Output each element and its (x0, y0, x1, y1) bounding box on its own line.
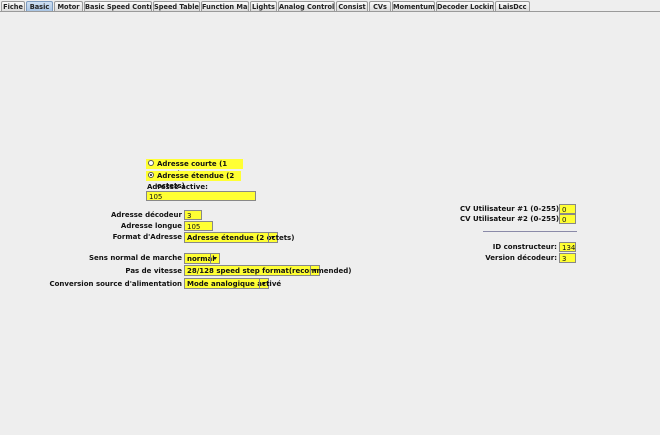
chevron-down-icon (310, 266, 319, 275)
user-cv2-label: CV Utilisateur #2 (0-255) (460, 215, 560, 223)
speed-steps-select[interactable]: 28/128 speed step format(recommended) (184, 265, 352, 276)
tab-laisdcc[interactable]: LaisDcc (495, 1, 530, 11)
power-source-select[interactable]: Mode analogique activé (184, 278, 281, 289)
extended-address-radio[interactable]: Adresse étendue (2 octets) (146, 171, 241, 190)
address-format-select[interactable]: Adresse étendue (2 octets) (184, 232, 294, 243)
tab-consist[interactable]: Consist (336, 1, 368, 11)
address-format-value: Adresse étendue (2 octets) (187, 234, 295, 242)
short-address-radio[interactable]: Adresse courte (1 octet) (146, 159, 243, 178)
tab-motor[interactable]: Motor (54, 1, 83, 11)
tab-lights[interactable]: Lights (250, 1, 277, 11)
radio-selected-icon (148, 172, 154, 178)
tab-speed-table[interactable]: Speed Table (153, 1, 200, 11)
manufacturer-id-label: ID constructeur: (492, 243, 557, 251)
speed-steps-label: Pas de vitesse (125, 267, 182, 275)
user-cv1-field[interactable]: 0 (559, 204, 576, 214)
tab-decoder-locking[interactable]: Decoder Locking (436, 1, 494, 11)
chevron-down-icon (210, 254, 219, 263)
decoder-version-field[interactable]: 3 (559, 253, 576, 263)
tab-analog-controls[interactable]: Analog Controls (278, 1, 335, 11)
separator (483, 231, 577, 232)
tab-function-map[interactable]: Function Map (201, 1, 249, 11)
long-address-field[interactable]: 105 (184, 221, 213, 231)
address-format-label: Format d'Adresse (112, 233, 182, 241)
tab-basic[interactable]: Basic (26, 1, 53, 11)
speed-steps-value: 28/128 speed step format(recommended) (187, 267, 352, 275)
long-address-label: Adresse longue (120, 222, 182, 230)
user-cv2-field[interactable]: 0 (559, 214, 576, 224)
power-source-label: Conversion source d'alimentation (49, 280, 182, 288)
user-cv1-label: CV Utilisateur #1 (0-255) (460, 205, 560, 213)
direction-label: Sens normal de marche (88, 254, 182, 262)
chevron-down-icon (268, 233, 277, 242)
decoder-address-field[interactable]: 3 (184, 210, 202, 220)
tab-fiche[interactable]: Fiche (1, 1, 25, 11)
decoder-address-label: Adresse décodeur (110, 211, 182, 219)
tab-momentum[interactable]: Momentum (392, 1, 435, 11)
manufacturer-id-field[interactable]: 134 (559, 242, 576, 252)
direction-select[interactable]: normal (184, 253, 220, 264)
tab-basic-speed-control[interactable]: Basic Speed Control (84, 1, 152, 11)
chevron-down-icon (259, 279, 268, 288)
active-address-field[interactable]: 105 (146, 191, 256, 201)
tab-cvs[interactable]: CVs (369, 1, 391, 11)
radio-unselected-icon (148, 160, 154, 166)
decoder-version-label: Version décodeur: (485, 254, 557, 262)
